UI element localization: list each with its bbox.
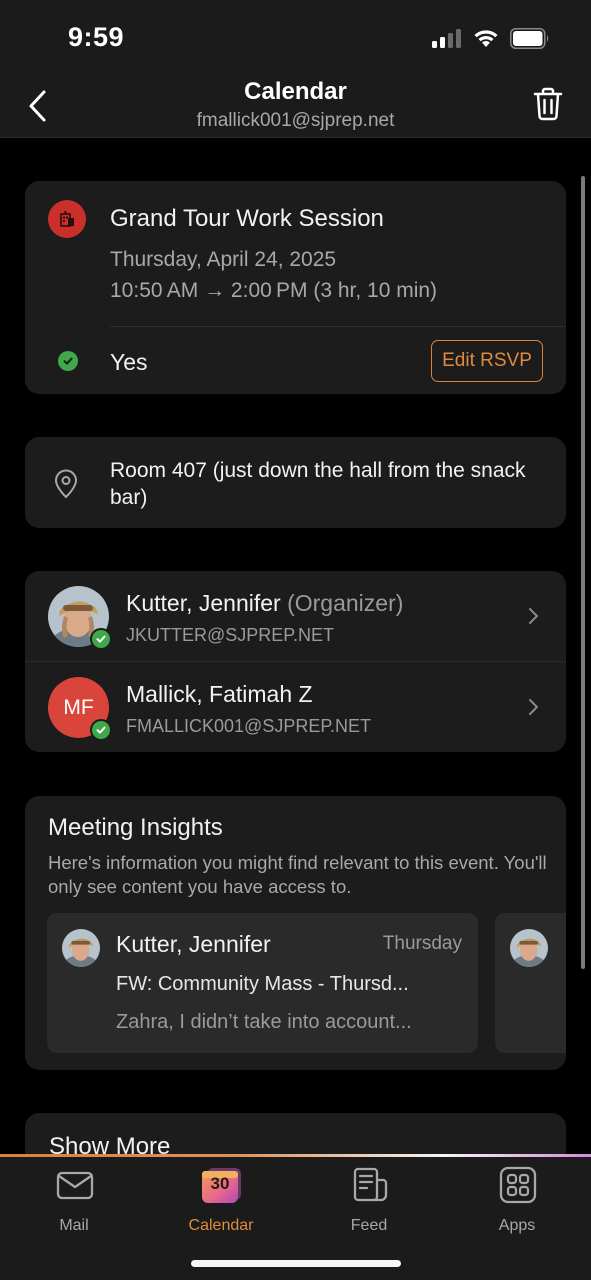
wifi-icon bbox=[474, 30, 498, 47]
status-bar: 9:59 bbox=[0, 0, 591, 72]
insights-description: Here's information you might find releva… bbox=[48, 852, 547, 897]
avatar bbox=[510, 929, 548, 967]
edit-rsvp-button[interactable]: Edit RSVP bbox=[431, 340, 543, 382]
page-title: Calendar bbox=[244, 78, 347, 105]
attendee-name: Mallick, Fatimah Z bbox=[126, 681, 313, 707]
checkmark-icon bbox=[90, 628, 112, 650]
navigation-bar: Calendar fmallick001@sjprep.net bbox=[0, 72, 591, 138]
attendee-row[interactable]: Kutter, Jennifer (Organizer) JKUTTER@SJP… bbox=[25, 571, 566, 662]
cellular-signal-icon bbox=[432, 28, 464, 48]
delete-button[interactable] bbox=[530, 86, 566, 122]
insight-email-item[interactable] bbox=[495, 913, 566, 1053]
tab-label: Feed bbox=[350, 1217, 388, 1234]
chevron-right-icon bbox=[529, 699, 538, 715]
tab-calendar[interactable]: 30 Calendar bbox=[161, 1162, 281, 1238]
checkmark-icon bbox=[58, 351, 78, 371]
location-text: Room 407 (just down the hall from the sn… bbox=[110, 459, 526, 509]
tab-label: Mail bbox=[59, 1217, 89, 1234]
tab-label: Apps bbox=[498, 1217, 536, 1234]
rsvp-status: Yes bbox=[110, 349, 148, 375]
insight-email-item[interactable]: Kutter, Jennifer Thursday FW: Community … bbox=[47, 913, 478, 1053]
insight-day: Thursday bbox=[382, 933, 462, 954]
apps-icon bbox=[499, 1166, 537, 1204]
tab-mail[interactable]: Mail bbox=[14, 1162, 134, 1238]
status-time: 9:59 bbox=[68, 22, 125, 52]
tab-feed[interactable]: Feed bbox=[309, 1162, 429, 1238]
location-pin-icon bbox=[54, 469, 78, 499]
avatar bbox=[62, 929, 100, 967]
insight-subject: FW: Community Mass - Thursd... bbox=[116, 973, 409, 995]
attendee-email: FMALLICK001@SJPREP.NET bbox=[126, 716, 372, 736]
battery-icon bbox=[510, 28, 549, 49]
divider bbox=[110, 326, 566, 327]
tab-bar-accent bbox=[0, 1154, 591, 1157]
attendee-row[interactable]: MF Mallick, Fatimah Z FMALLICK001@SJPREP… bbox=[25, 662, 566, 752]
attendee-email: JKUTTER@SJPREP.NET bbox=[126, 625, 334, 645]
event-details-card: Grand Tour Work Session Thursday, April … bbox=[25, 181, 566, 394]
chevron-right-icon bbox=[529, 608, 538, 624]
checkmark-icon bbox=[90, 719, 112, 741]
event-time: 10:50 AM → 2:00 PM (3 hr, 10 min) bbox=[110, 279, 438, 302]
building-icon bbox=[48, 200, 86, 238]
attendees-card: Kutter, Jennifer (Organizer) JKUTTER@SJP… bbox=[25, 571, 566, 752]
feed-icon bbox=[353, 1167, 388, 1202]
tab-label: Calendar bbox=[188, 1217, 254, 1234]
meeting-insights-card: Meeting Insights Here's information you … bbox=[25, 796, 566, 1070]
calendar-day-number: 30 bbox=[210, 1174, 230, 1193]
tab-apps[interactable]: Apps bbox=[457, 1162, 577, 1238]
insight-preview: Zahra, I didn’t take into account... bbox=[116, 1011, 412, 1033]
trash-icon bbox=[533, 87, 563, 121]
mail-icon bbox=[56, 1171, 94, 1200]
event-title: Grand Tour Work Session bbox=[110, 205, 384, 232]
event-date: Thursday, April 24, 2025 bbox=[110, 248, 337, 271]
location-card[interactable]: Room 407 (just down the hall from the sn… bbox=[25, 437, 566, 528]
scrollbar[interactable] bbox=[581, 176, 585, 969]
attendee-name: Kutter, Jennifer (Organizer) bbox=[126, 590, 404, 616]
home-indicator[interactable] bbox=[191, 1260, 401, 1267]
insight-sender: Kutter, Jennifer bbox=[116, 931, 271, 957]
account-email: fmallick001@sjprep.net bbox=[196, 110, 395, 131]
organizer-label: (Organizer) bbox=[287, 590, 404, 616]
insights-title: Meeting Insights bbox=[48, 814, 223, 841]
